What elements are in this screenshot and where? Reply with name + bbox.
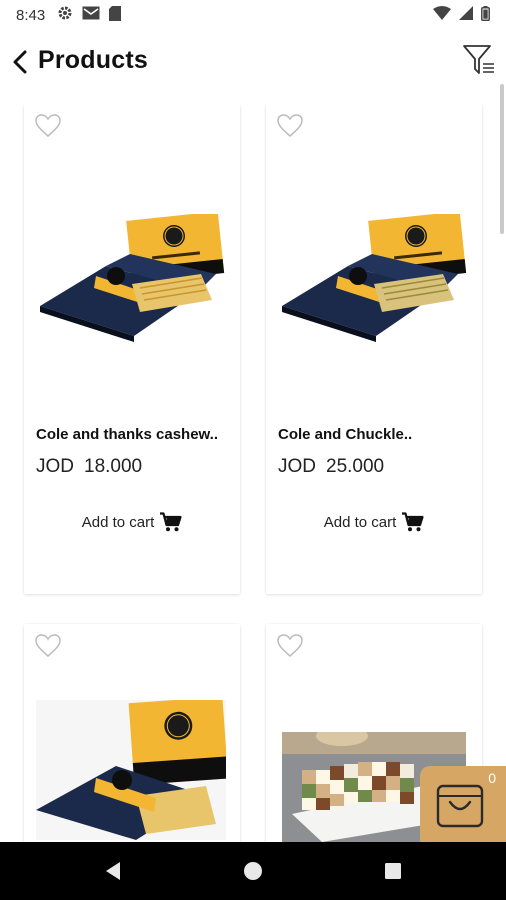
battery-icon [481,5,490,25]
price-currency: JOD [36,456,74,477]
heart-icon[interactable] [276,632,304,660]
chevron-left-icon [13,50,27,74]
price-value: 25.000 [326,456,385,477]
product-card[interactable]: Cole and Chuckle.. JOD 25.000 Add to cart [266,104,482,594]
product-card[interactable]: Cole and thanks cashew.. JOD 18.000 Add t… [24,104,240,594]
add-to-cart-button[interactable]: Add to cart [24,512,240,532]
product-name[interactable]: Cole and Chuckle.. [278,426,474,443]
home-circle-icon [244,862,262,880]
system-nav-bar [0,842,506,900]
product-grid: Cole and thanks cashew.. JOD 18.000 Add t… [0,104,506,842]
shopping-bag-icon [436,784,484,828]
product-price: JOD 18.000 [36,456,142,478]
recents-square-icon [385,863,401,879]
product-name[interactable]: Cole and thanks cashew.. [36,426,232,443]
status-bar: 8:43 [0,0,506,30]
nav-home-button[interactable] [238,856,268,886]
wifi-icon [433,6,451,24]
back-button[interactable] [8,48,32,76]
heart-icon[interactable] [34,112,62,140]
product-card[interactable] [24,624,240,842]
nav-back-button[interactable] [98,856,128,886]
filter-button[interactable] [462,42,496,78]
sd-card-icon [109,5,122,25]
cart-count-badge: 0 [488,770,496,786]
cart-icon [160,512,182,532]
product-image[interactable] [278,214,468,354]
cart-icon [402,512,424,532]
add-to-cart-label: Add to cart [81,513,155,531]
status-time: 8:43 [16,6,46,24]
add-to-cart-label: Add to cart [323,513,397,531]
add-to-cart-button[interactable]: Add to cart [266,512,482,532]
back-triangle-icon [106,862,120,880]
price-value: 18.000 [84,456,143,477]
app-header: Products [0,36,506,88]
price-currency: JOD [278,456,316,477]
signal-icon [459,6,473,24]
nav-recents-button[interactable] [378,856,408,886]
gmail-icon [82,6,100,24]
status-right-icons [433,5,490,25]
filter-icon [463,45,494,74]
cart-button[interactable]: 0 [420,766,506,842]
status-left-icons [57,5,122,25]
product-image[interactable] [36,214,226,354]
page-title: Products [38,46,148,74]
heart-icon[interactable] [276,112,304,140]
heart-icon[interactable] [34,632,62,660]
product-price: JOD 25.000 [278,456,384,478]
settings-icon [57,5,73,25]
product-image[interactable] [36,700,226,840]
